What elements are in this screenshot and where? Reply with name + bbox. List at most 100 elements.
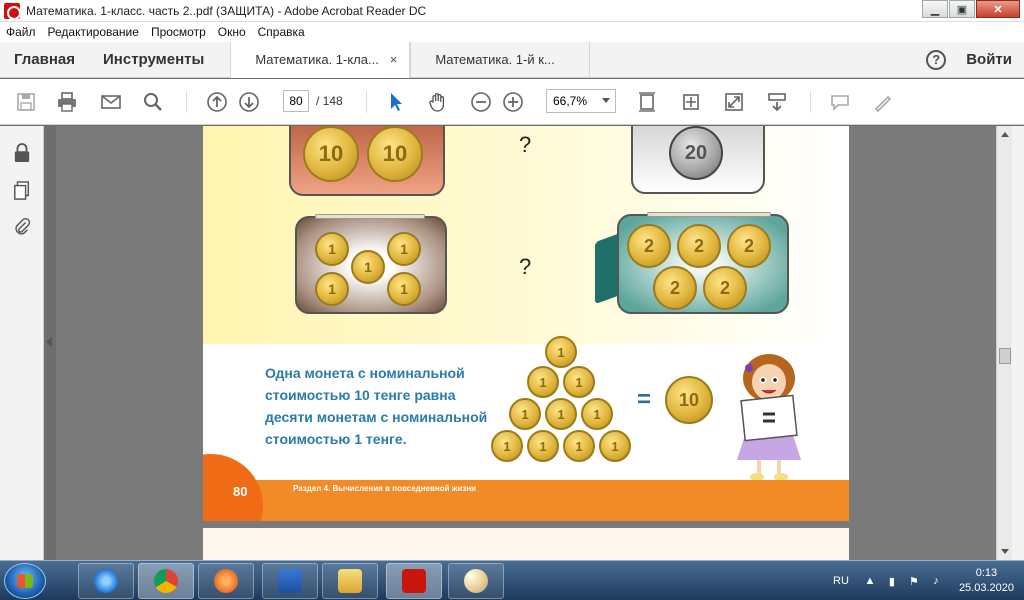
page-total: / 148 [316,94,343,108]
coin-1-tenge: 1 [545,336,577,368]
equals-sign: = [637,386,652,413]
scroll-mode-icon[interactable] [765,90,789,114]
question-mark: ? [519,254,532,279]
media-player-icon[interactable] [198,563,254,599]
network-icon[interactable]: ▮ [885,575,899,588]
zoom-in-icon[interactable] [501,90,525,114]
coin-1-tenge: 1 [563,366,595,398]
page-number-label: 80 [233,484,248,499]
tab-tools[interactable]: Инструменты [89,42,230,77]
window-title: Математика. 1-класс. часть 2..pdf (ЗАЩИТ… [26,3,427,18]
pdf-page: 10 10 ? 20 1 1 1 1 1 ? 2 2 2 2 2 Одна мо… [203,126,849,521]
scroll-down-arrow-icon[interactable] [1001,549,1009,554]
sign-in-link[interactable]: Войти [966,51,1012,68]
coin-10-tenge: 10 [665,376,713,424]
attachment-icon[interactable] [12,216,32,238]
comment-icon[interactable] [828,90,852,114]
flag-icon[interactable]: ⚑ [907,575,921,588]
lock-icon[interactable] [12,142,32,164]
wallet-clasp [647,212,771,217]
window-controls: ▁ ▣ ✕ [921,0,1020,18]
coin-1-tenge: 1 [563,430,595,462]
help-icon[interactable]: ? [926,49,947,70]
hand-tool-icon[interactable] [426,90,450,114]
minimize-button[interactable]: ▁ [922,0,948,18]
tab-document-1-label: Математика. 1-кла... [255,52,379,67]
wallet-clasp [315,214,425,219]
coin-2-tenge: 2 [677,224,721,268]
coin-1-tenge: 1 [527,430,559,462]
screen: Математика. 1-класс. часть 2..pdf (ЗАЩИТ… [0,0,1024,600]
system-tray: RU ▲ ▮ ⚑ ♪ 0:13 25.03.2020 [833,561,1024,600]
tab-document-1[interactable]: Математика. 1-кла... × [230,42,411,78]
select-cursor-icon[interactable] [384,90,408,114]
page-number-input[interactable]: 80 [283,90,309,112]
menu-file[interactable]: Файл [0,25,42,39]
rotate-fit-icon[interactable] [679,90,703,114]
explanation-text: Одна монета с номинальной стоимостью 10 … [265,365,488,447]
coin-1-tenge: 1 [351,250,385,284]
previous-page-icon[interactable] [205,90,229,114]
right-panel-edge [1012,126,1024,560]
coin-2-tenge: 2 [627,224,671,268]
tab-close-icon[interactable]: × [390,52,398,67]
menu-window[interactable]: Окно [212,25,252,39]
internet-explorer-icon[interactable] [78,563,134,599]
coin-1-tenge: 1 [491,430,523,462]
email-icon[interactable] [99,90,123,114]
paint-icon[interactable] [448,563,504,599]
collapse-panel-arrow-icon[interactable] [46,337,52,347]
next-page-icon[interactable] [237,90,261,114]
word-icon[interactable] [262,563,318,599]
zoom-out-icon[interactable] [469,90,493,114]
coin-1-tenge: 1 [599,430,631,462]
language-indicator[interactable]: RU [833,575,849,587]
left-side-panel [0,126,44,560]
toolbar-divider [186,91,187,113]
menu-bar: Файл Редактирование Просмотр Окно Справк… [0,22,1024,42]
tab-home[interactable]: Главная [0,42,89,77]
toolbar-divider [810,91,811,113]
clock-time: 0:13 [975,567,998,579]
show-hidden-icons-icon[interactable]: ▲ [863,575,877,587]
full-screen-icon[interactable] [722,90,746,114]
scrollbar-thumb[interactable] [999,348,1011,364]
coin-1-tenge: 1 [581,398,613,430]
toolbar [0,79,1024,125]
zoom-select[interactable]: 66,7% [546,89,616,113]
menu-help[interactable]: Справка [252,25,311,39]
coin-1-tenge: 1 [509,398,541,430]
acrobat-icon [4,2,21,20]
taskbar: RU ▲ ▮ ⚑ ♪ 0:13 25.03.2020 [0,560,1024,600]
vertical-scrollbar[interactable] [996,126,1012,560]
tab-document-2[interactable]: Математика. 1-й к... [410,42,591,77]
coin-1-tenge: 1 [527,366,559,398]
tab-right-area: ? Войти [926,42,1024,77]
coin-1-tenge: 1 [545,398,577,430]
close-button[interactable]: ✕ [976,0,1020,18]
clock[interactable]: 0:13 25.03.2020 [959,566,1014,596]
acrobat-reader-icon[interactable] [386,563,442,599]
highlight-pen-icon[interactable] [871,90,895,114]
file-explorer-icon[interactable] [322,563,378,599]
coin-1-tenge: 1 [387,272,421,306]
menu-edit[interactable]: Редактирование [42,25,145,39]
menu-view[interactable]: Просмотр [145,25,212,39]
title-bar: Математика. 1-класс. часть 2..pdf (ЗАЩИТ… [0,0,1024,22]
toolbar-divider [366,91,367,113]
section-title: Раздел 4. Вычисления в повседневной жизн… [293,484,477,493]
search-icon[interactable] [141,90,165,114]
tab-document-2-label: Математика. 1-й к... [435,52,555,67]
save-icon[interactable] [14,90,38,114]
scroll-up-arrow-icon[interactable] [1001,132,1009,137]
volume-icon[interactable]: ♪ [929,575,943,587]
question-mark: ? [519,132,532,157]
coin-2-tenge: 2 [727,224,771,268]
print-icon[interactable] [55,90,79,114]
chrome-icon[interactable] [138,563,194,599]
start-button[interactable] [4,563,46,599]
clock-date: 25.03.2020 [958,582,1014,594]
pages-icon[interactable] [12,180,32,202]
restore-button[interactable]: ▣ [949,0,975,18]
fit-page-icon[interactable] [635,90,659,114]
